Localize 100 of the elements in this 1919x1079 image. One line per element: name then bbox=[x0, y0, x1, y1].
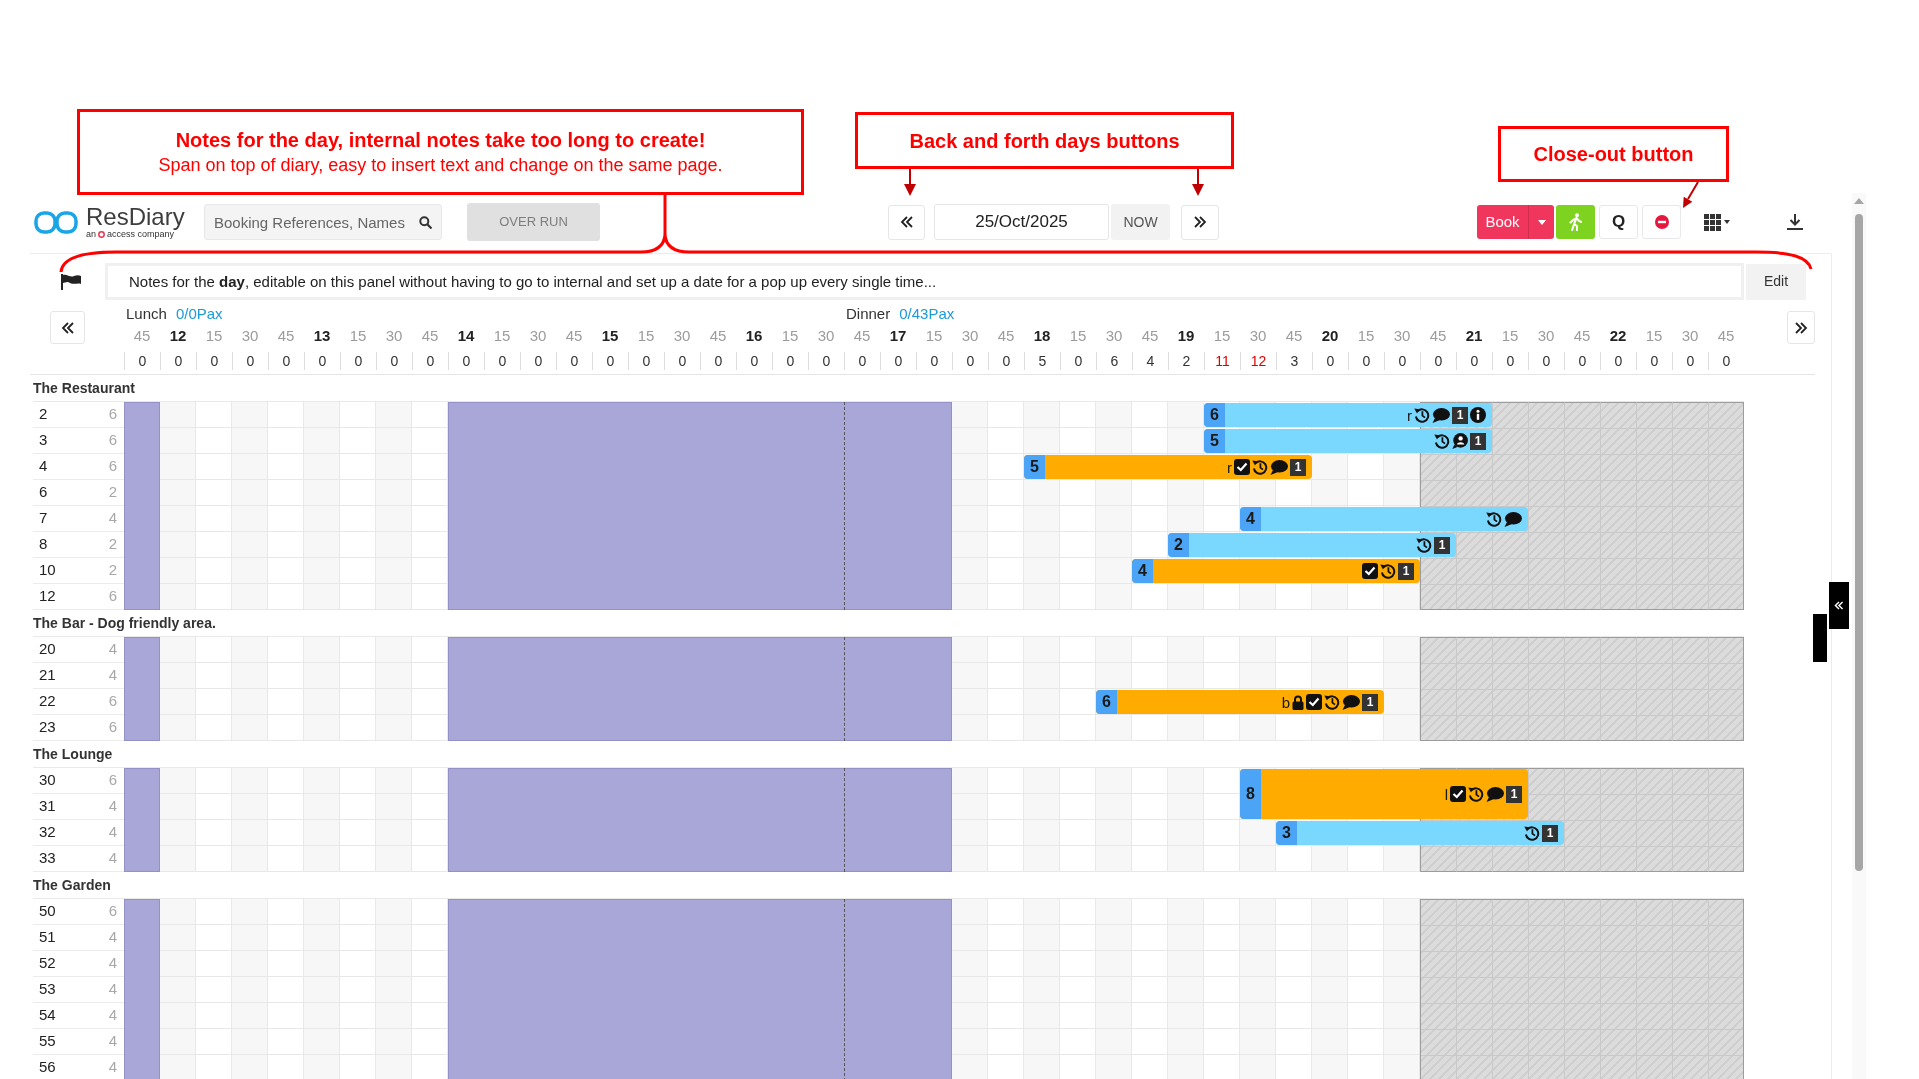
time-label: 15 bbox=[924, 325, 944, 346]
shift-pax: 0/43Pax bbox=[899, 303, 955, 324]
time-label: 45 bbox=[1428, 325, 1448, 346]
flag-icon bbox=[61, 273, 81, 290]
time-label: 17 bbox=[888, 325, 908, 346]
table-covers: 4 bbox=[108, 1057, 117, 1078]
q-button[interactable]: Q bbox=[1599, 205, 1638, 239]
number-tag: 1 bbox=[1542, 824, 1558, 842]
book-dropdown-button[interactable] bbox=[1528, 205, 1554, 239]
time-label: 15 bbox=[636, 325, 656, 346]
now-button[interactable]: NOW bbox=[1111, 204, 1170, 240]
search-field[interactable]: Booking References, Names bbox=[204, 204, 442, 240]
table-covers: 2 bbox=[108, 482, 117, 503]
time-label: 45 bbox=[1284, 325, 1304, 346]
section-title: The Lounge bbox=[33, 744, 113, 764]
booking-bar[interactable]: 2 1 bbox=[1168, 533, 1456, 557]
table-covers: 6 bbox=[108, 404, 117, 425]
time-label: 30 bbox=[1536, 325, 1556, 346]
table-covers: 4 bbox=[108, 1005, 117, 1026]
slot-count: 0 bbox=[520, 352, 556, 370]
table-covers: 2 bbox=[108, 534, 117, 555]
party-size: 4 bbox=[1132, 559, 1153, 583]
table-number: 20 bbox=[39, 639, 56, 660]
table-number: 7 bbox=[39, 508, 48, 529]
table-covers: 4 bbox=[108, 639, 117, 660]
time-label: 15 bbox=[1644, 325, 1664, 346]
table-number: 52 bbox=[39, 953, 56, 974]
time-label: 15 bbox=[492, 325, 512, 346]
tick-box-icon bbox=[1362, 563, 1378, 579]
table-covers: 6 bbox=[108, 430, 117, 451]
history-icon bbox=[1252, 459, 1268, 475]
panel-toggle-button[interactable] bbox=[1829, 582, 1849, 629]
number-tag: 1 bbox=[1470, 432, 1486, 450]
slot-count: 5 bbox=[1024, 352, 1060, 370]
slot-count: 0 bbox=[880, 352, 916, 370]
previous-day-button[interactable] bbox=[888, 204, 925, 240]
callout-title: Back and forth days buttons bbox=[909, 128, 1180, 154]
panel-handle[interactable] bbox=[1813, 614, 1827, 662]
party-size: 5 bbox=[1204, 429, 1225, 453]
party-size: 6 bbox=[1096, 690, 1117, 714]
slot-count: 0 bbox=[1492, 352, 1528, 370]
booking-bar[interactable]: 6 r 1 bbox=[1204, 403, 1492, 427]
edit-button[interactable]: Edit bbox=[1746, 263, 1806, 300]
lock-icon bbox=[1292, 694, 1304, 710]
caret-icon bbox=[1537, 219, 1546, 225]
slot-count: 0 bbox=[772, 352, 808, 370]
time-label: 15 bbox=[1500, 325, 1520, 346]
time-label: 45 bbox=[1716, 325, 1736, 346]
booking-bar[interactable]: 5 r 1 bbox=[1024, 455, 1312, 479]
scroll-right-button[interactable] bbox=[1787, 311, 1815, 344]
caret-icon bbox=[1724, 220, 1730, 224]
number-tag: 1 bbox=[1434, 536, 1450, 554]
time-label: 15 bbox=[1212, 325, 1232, 346]
slot-count: 12 bbox=[1240, 352, 1276, 370]
logo-wordmark: ResDiary bbox=[86, 205, 185, 229]
slot-count: 0 bbox=[664, 352, 700, 370]
party-size: 6 bbox=[1204, 403, 1225, 427]
double-chevron-left-icon bbox=[899, 216, 914, 228]
table-number: 21 bbox=[39, 665, 56, 686]
table-covers: 4 bbox=[108, 927, 117, 948]
time-label: 30 bbox=[528, 325, 548, 346]
booking-bar[interactable]: 4 bbox=[1240, 507, 1528, 531]
slot-count: 0 bbox=[160, 352, 196, 370]
booking-bar[interactable]: 5 1 bbox=[1204, 429, 1492, 453]
booking-bar[interactable]: 3 1 bbox=[1276, 821, 1564, 845]
table-number: 32 bbox=[39, 822, 56, 843]
slot-count: 0 bbox=[448, 352, 484, 370]
time-label: 15 bbox=[1068, 325, 1088, 346]
slot-count: 0 bbox=[124, 352, 160, 370]
close-out-button[interactable] bbox=[1642, 205, 1681, 239]
booking-bar[interactable]: 4 1 bbox=[1132, 559, 1420, 583]
time-label: 45 bbox=[420, 325, 440, 346]
scroll-left-button[interactable] bbox=[50, 311, 85, 344]
table-number: 10 bbox=[39, 560, 56, 581]
book-button[interactable]: Book bbox=[1477, 205, 1528, 239]
slot-count: 0 bbox=[952, 352, 988, 370]
slot-count: 0 bbox=[1456, 352, 1492, 370]
table-number: 12 bbox=[39, 586, 56, 607]
slot-count: 0 bbox=[376, 352, 412, 370]
time-label: 22 bbox=[1608, 325, 1628, 346]
slot-count: 0 bbox=[268, 352, 304, 370]
slot-count: 0 bbox=[556, 352, 592, 370]
search-icon bbox=[419, 216, 432, 229]
ring-icon bbox=[98, 230, 105, 238]
time-label: 45 bbox=[276, 325, 296, 346]
date-field[interactable]: 25/Oct/2025 bbox=[934, 204, 1109, 240]
next-day-button[interactable] bbox=[1181, 204, 1219, 240]
table-number: 54 bbox=[39, 1005, 56, 1026]
time-label: 30 bbox=[1392, 325, 1412, 346]
booking-bar[interactable]: 6 b 1 bbox=[1096, 690, 1384, 714]
callout-arrow bbox=[1191, 169, 1205, 196]
double-chevron-left-icon bbox=[1834, 601, 1844, 610]
booking-bar[interactable]: 8 l 1 bbox=[1240, 769, 1528, 819]
section-title: The Restaurant bbox=[33, 378, 135, 398]
table-covers: 4 bbox=[108, 979, 117, 1000]
time-label: 30 bbox=[240, 325, 260, 346]
scrollbar-thumb[interactable] bbox=[1855, 214, 1863, 871]
table-covers: 6 bbox=[108, 717, 117, 738]
slot-count: 0 bbox=[484, 352, 520, 370]
slot-count: 0 bbox=[1672, 352, 1708, 370]
